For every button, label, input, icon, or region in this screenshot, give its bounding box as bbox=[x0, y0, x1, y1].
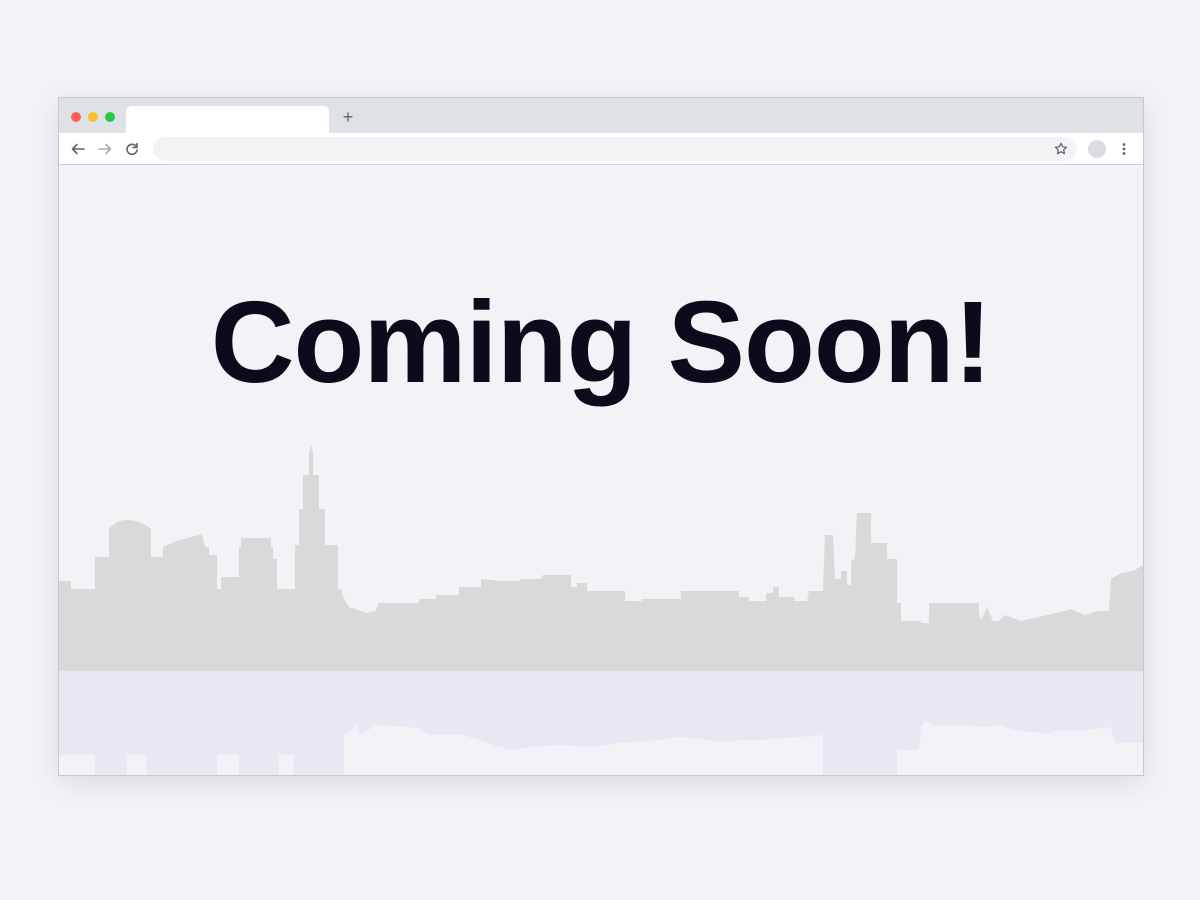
city-skyline-illustration bbox=[59, 445, 1143, 775]
active-tab[interactable] bbox=[126, 106, 329, 134]
reload-icon[interactable] bbox=[123, 140, 141, 158]
close-window-button[interactable] bbox=[71, 112, 81, 122]
page-content: Coming Soon! bbox=[59, 165, 1143, 775]
coming-soon-heading: Coming Soon! bbox=[210, 277, 993, 407]
star-icon[interactable] bbox=[1053, 141, 1069, 157]
tab-bar: + bbox=[59, 98, 1143, 134]
kebab-menu-icon[interactable] bbox=[1117, 140, 1131, 158]
address-bar[interactable] bbox=[153, 137, 1077, 161]
profile-avatar-icon[interactable] bbox=[1088, 140, 1106, 158]
browser-window: + Coming Soon! bbox=[58, 97, 1144, 776]
minimize-window-button[interactable] bbox=[88, 112, 98, 122]
maximize-window-button[interactable] bbox=[105, 112, 115, 122]
forward-arrow-icon[interactable] bbox=[96, 140, 114, 158]
browser-toolbar bbox=[59, 133, 1143, 165]
new-tab-button[interactable]: + bbox=[340, 108, 356, 126]
skyline-silhouette bbox=[59, 445, 1143, 671]
back-arrow-icon[interactable] bbox=[69, 140, 87, 158]
